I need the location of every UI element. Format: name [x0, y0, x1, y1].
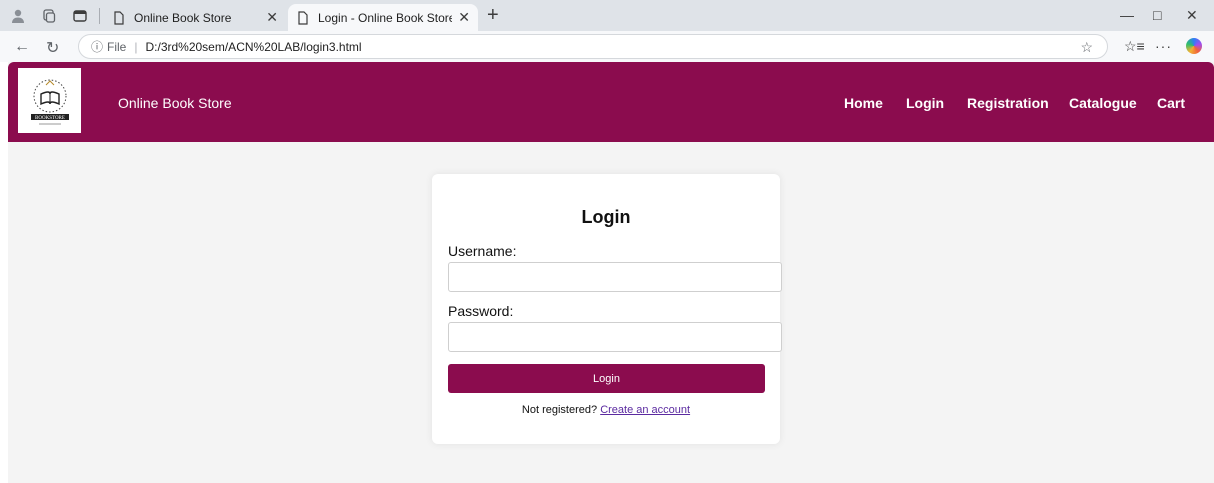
profile-icon[interactable]	[10, 8, 26, 24]
site-header: BOOKSTORE Online Book Store Home Login R…	[8, 62, 1214, 142]
address-url: D:/3rd%20sem/ACN%20LAB/login3.html	[145, 39, 362, 54]
password-input[interactable]	[448, 322, 782, 352]
site-title: Online Book Store	[118, 95, 232, 111]
tab-online-book-store[interactable]: Online Book Store ✕	[104, 4, 286, 31]
register-prompt-text: Not registered?	[521, 404, 598, 416]
workspaces-icon[interactable]	[41, 8, 57, 24]
tab-divider	[99, 8, 100, 24]
create-account-link[interactable]: Create an account	[600, 404, 690, 416]
register-prompt: Not registered? Create an account	[432, 404, 780, 416]
bookstore-logo-icon: BOOKSTORE	[30, 79, 69, 124]
close-window-icon[interactable]: ✕	[1186, 7, 1198, 24]
minimize-icon[interactable]: —	[1120, 7, 1134, 23]
logo-wordmark: BOOKSTORE	[35, 116, 65, 121]
address-bar[interactable]: ⓘ File | D:/3rd%20sem/ACN%20LAB/login3.h…	[78, 34, 1108, 59]
favorites-icon[interactable]: ☆≡	[1124, 38, 1145, 55]
new-tab-icon[interactable]: +	[487, 5, 499, 25]
restore-icon[interactable]: □	[1153, 7, 1161, 23]
document-icon	[114, 10, 124, 25]
tab-actions-icon[interactable]	[72, 8, 88, 24]
info-icon[interactable]: ⓘ	[91, 38, 103, 55]
document-icon	[298, 10, 308, 25]
close-icon[interactable]: ✕	[458, 9, 470, 26]
close-icon[interactable]: ✕	[266, 9, 278, 26]
login-card: Login Username: Password: Login Not regi…	[432, 174, 782, 444]
site-logo[interactable]: BOOKSTORE	[18, 68, 81, 133]
address-scheme: File	[107, 39, 127, 54]
tab-title: Login - Online Book Store	[318, 10, 453, 25]
nav-registration[interactable]: Registration	[967, 95, 1049, 111]
username-label: Username:	[448, 243, 517, 259]
address-bar-row: ← ↻ ⓘ File | D:/3rd%20sem/ACN%20LAB/logi…	[0, 31, 1214, 62]
password-label: Password:	[448, 303, 514, 319]
back-icon[interactable]: ←	[14, 38, 30, 56]
login-heading: Login	[581, 207, 631, 227]
nav-login[interactable]: Login	[906, 95, 944, 111]
tab-title: Online Book Store	[134, 10, 232, 25]
login-button[interactable]: Login	[448, 364, 765, 393]
page-viewport: BOOKSTORE Online Book Store Home Login R…	[8, 62, 1214, 483]
nav-cart[interactable]: Cart	[1157, 95, 1185, 111]
username-input[interactable]	[448, 262, 782, 292]
copilot-icon[interactable]	[1186, 38, 1202, 54]
more-icon[interactable]: ···	[1155, 38, 1172, 54]
tab-login[interactable]: Login - Online Book Store ✕	[288, 4, 478, 31]
favorite-star-icon[interactable]: ☆	[1080, 39, 1093, 56]
browser-tab-strip: Online Book Store ✕ Login - Online Book …	[0, 0, 1214, 31]
refresh-icon[interactable]: ↻	[46, 38, 59, 58]
address-separator: |	[134, 39, 138, 54]
nav-home[interactable]: Home	[844, 95, 883, 111]
nav-catalogue[interactable]: Catalogue	[1069, 95, 1137, 111]
